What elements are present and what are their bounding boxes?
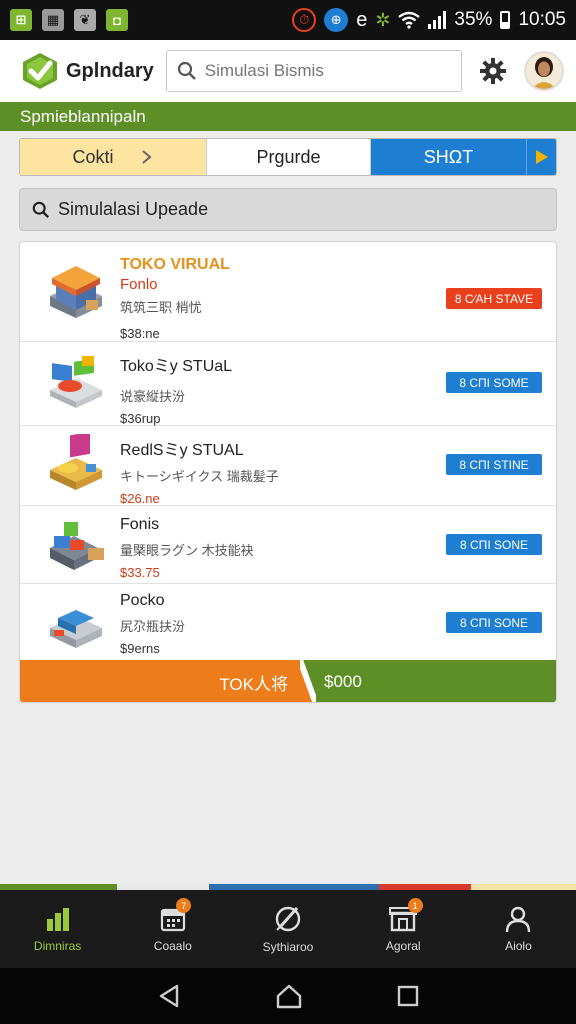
calculator-notification-icon: ▦	[42, 9, 64, 31]
list-item[interactable]: RedlSミy STUAL キトーシギイクス 瑞裁髪子 $26.ne 8 CΠI…	[20, 426, 556, 506]
secondary-search-bar[interactable]: Simulalasi Upeade	[19, 188, 557, 231]
alarm-icon: ⏱	[292, 8, 317, 32]
tab-cokti[interactable]: Cokti	[20, 139, 206, 175]
nav-item-aiolo[interactable]: Aiolo	[461, 890, 576, 968]
status-bar: ⊞ ▦ ❦ ◘ ⏱ ⊕ e ✲ 35% 10:05	[0, 0, 576, 40]
signal-icon	[428, 11, 447, 29]
item-price: $36rup	[120, 411, 161, 426]
notification-badge: 7	[176, 898, 192, 913]
search-icon	[32, 201, 50, 218]
nav-label: Agoral	[385, 939, 421, 953]
nav-item-dimniras[interactable]: Dimniras	[0, 890, 115, 968]
segmented-tabs: Cokti Prgurde SHΩT	[19, 138, 557, 176]
bag-notification-icon: ◘	[106, 9, 128, 31]
tab-prgurde[interactable]: Prgurde	[206, 139, 371, 175]
compass-icon	[275, 906, 301, 932]
nav-label: Coaalo	[153, 939, 192, 953]
header-search-box[interactable]	[165, 50, 462, 92]
item-description: 筑筑三职 梢忧	[120, 300, 202, 315]
total-divider	[300, 660, 316, 702]
item-title: TOKO VIRUAL	[120, 256, 230, 273]
store-shop-icon	[50, 266, 102, 318]
clock-time: 10:05	[518, 9, 566, 30]
item-description: 说豪縦扶汾	[120, 389, 186, 404]
item-description: 尻尕瓶扶汾	[120, 619, 186, 634]
nav-label: Sythiaroo	[262, 940, 314, 954]
item-price: $38:ne	[120, 326, 160, 341]
store-box-icon	[50, 434, 102, 490]
app-logo[interactable]: Gplndary	[20, 51, 154, 91]
list-item[interactable]: Tokoミy STUaL 说豪縦扶汾 $36rup 8 CΠI SOME	[20, 342, 556, 426]
back-icon[interactable]	[156, 983, 182, 1009]
total-label: TOK人将	[20, 660, 300, 702]
e-icon: e	[356, 8, 368, 31]
item-description: 量槩眼ラグン 木技能袂	[120, 543, 254, 558]
nav-item-coaalo[interactable]: 7 Coaalo	[115, 890, 230, 968]
play-arrow-icon	[535, 150, 548, 164]
recents-icon[interactable]	[396, 984, 420, 1008]
item-subtitle: Fonlo	[120, 276, 158, 293]
leaf-notification-icon: ❦	[74, 9, 96, 31]
store-crate-icon	[50, 522, 104, 570]
item-title: Tokoミy STUaL	[120, 358, 233, 375]
item-action-button[interactable]: 8 CΠI SOME	[446, 372, 542, 393]
list-item[interactable]: Fonis 量槩眼ラグン 木技能袂 $33.75 8 CΠI SONE	[20, 506, 556, 584]
checkmark-logo-icon	[23, 53, 57, 89]
chart-icon	[46, 908, 69, 931]
item-title: Fonis	[120, 516, 160, 533]
total-amount: $000	[316, 660, 556, 702]
store-product-icon	[50, 356, 102, 408]
wifi-icon	[398, 11, 421, 29]
app-name: Gplndary	[66, 59, 154, 82]
store-list-card: TOKO VIRUAL Fonlo 筑筑三职 梢忧 $38:ne 8 C⁄AH …	[19, 241, 557, 703]
section-banner: Spmieblannipaln	[0, 102, 576, 131]
item-action-button[interactable]: 8 CΠI SONE	[446, 612, 542, 633]
home-icon[interactable]	[275, 983, 303, 1009]
item-title: Pocko	[120, 592, 165, 609]
chevron-right-icon	[141, 150, 152, 164]
tab-next-button[interactable]	[526, 139, 556, 175]
user-icon	[506, 906, 531, 933]
section-banner-text: Spmieblannipaln	[20, 106, 146, 126]
tab-label: SHΩT	[423, 146, 474, 167]
app-header: Gplndary	[0, 40, 576, 102]
nav-item-agoral[interactable]: 1 Agoral	[346, 890, 461, 968]
nav-item-sythiaroo[interactable]: Sythiaroo	[230, 890, 345, 968]
user-avatar[interactable]	[524, 51, 564, 91]
secondary-search-text: Simulalasi Upeade	[58, 199, 209, 219]
nav-label: Dimniras	[33, 939, 82, 953]
item-action-button[interactable]: 8 CΠI STINE	[446, 454, 542, 475]
item-action-button[interactable]: 8 CΠI SONE	[446, 534, 542, 555]
vpn-icon: ⊕	[324, 8, 349, 32]
search-icon	[177, 61, 196, 80]
item-price: $33.75	[120, 565, 160, 580]
item-description: キトーシギイクス 瑞裁髪子	[120, 469, 279, 484]
list-item[interactable]: TOKO VIRUAL Fonlo 筑筑三职 梢忧 $38:ne 8 C⁄AH …	[20, 242, 556, 342]
header-search-input[interactable]	[204, 61, 445, 81]
store-package-icon	[50, 610, 102, 648]
total-bar[interactable]: TOK人将 $000	[20, 660, 556, 702]
battery-level: 35%	[454, 9, 493, 30]
system-navigation-bar	[0, 968, 576, 1024]
list-item[interactable]: Pocko 尻尕瓶扶汾 $9erns 8 CΠI SONE	[20, 584, 556, 660]
item-title: RedlSミy STUAL	[120, 442, 244, 459]
bottom-navigation: Dimniras 7 Coaalo Sythiaroo 1 Agoral Aio…	[0, 890, 576, 968]
item-price: $26.ne	[120, 491, 160, 506]
tab-label: Prgurde	[256, 146, 321, 167]
tab-label: Cokti	[72, 146, 114, 167]
tab-shot[interactable]: SHΩT	[371, 139, 526, 175]
item-action-button[interactable]: 8 C⁄AH STAVE	[446, 288, 542, 309]
notification-badge: 1	[407, 898, 423, 913]
nav-label: Aiolo	[505, 939, 532, 953]
app-notification-icon: ⊞	[10, 9, 32, 31]
settings-gear-icon[interactable]	[478, 56, 508, 86]
battery-icon	[500, 11, 511, 29]
android-icon: ✲	[375, 9, 391, 30]
item-price: $9erns	[120, 641, 160, 656]
